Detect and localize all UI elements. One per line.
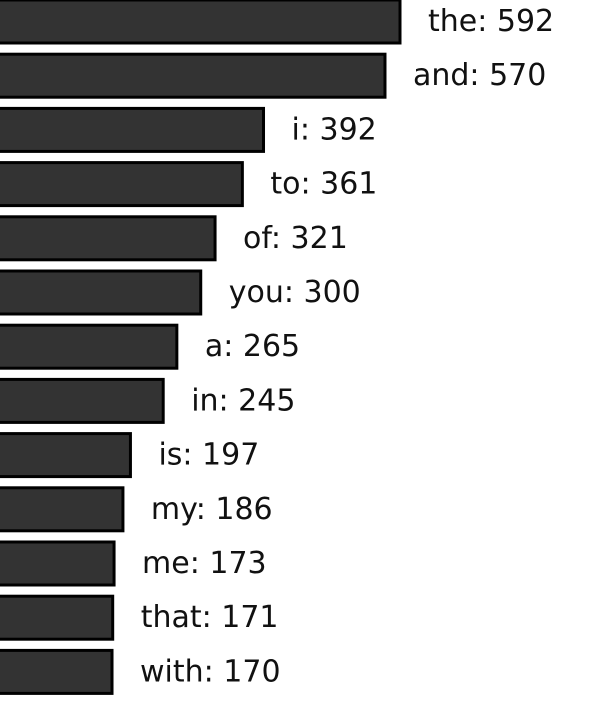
bar-label-of: of: 321 bbox=[243, 221, 348, 256]
bar-label-a: a: 265 bbox=[205, 329, 300, 364]
bar-that bbox=[0, 594, 115, 641]
bar-label-to: to: 361 bbox=[270, 167, 377, 202]
bar-with bbox=[0, 648, 114, 695]
bar-and bbox=[0, 52, 387, 99]
bar-to bbox=[0, 161, 244, 208]
bar-label-you: you: 300 bbox=[229, 275, 361, 310]
bar-me bbox=[0, 540, 116, 587]
bar-is bbox=[0, 432, 132, 479]
bar-of bbox=[0, 215, 217, 262]
bar-label-is: is: 197 bbox=[158, 438, 259, 473]
bar-label-my: my: 186 bbox=[151, 492, 273, 527]
bar-label-that: that: 171 bbox=[141, 600, 279, 635]
labels-group: the: 592 and: 570 i: 392 to: 361 of: 321 you:… bbox=[140, 4, 554, 689]
word-frequency-chart: the: 592 and: 570 i: 392 to: 361 of: 321 you:… bbox=[0, 0, 554, 695]
bar-label-the: the: 592 bbox=[428, 4, 554, 39]
bar-label-in: in: 245 bbox=[191, 383, 295, 418]
bar-label-and: and: 570 bbox=[413, 58, 546, 93]
bar-label-with: with: 170 bbox=[140, 654, 281, 689]
bar-a bbox=[0, 323, 179, 370]
bar-label-i: i: 392 bbox=[292, 112, 377, 147]
bars-group bbox=[0, 0, 402, 695]
bar-the bbox=[0, 0, 402, 45]
bar-label-me: me: 173 bbox=[142, 546, 267, 581]
bar-in bbox=[0, 377, 165, 424]
bar-you bbox=[0, 269, 203, 316]
bar-i bbox=[0, 106, 266, 153]
bar-my bbox=[0, 486, 125, 533]
